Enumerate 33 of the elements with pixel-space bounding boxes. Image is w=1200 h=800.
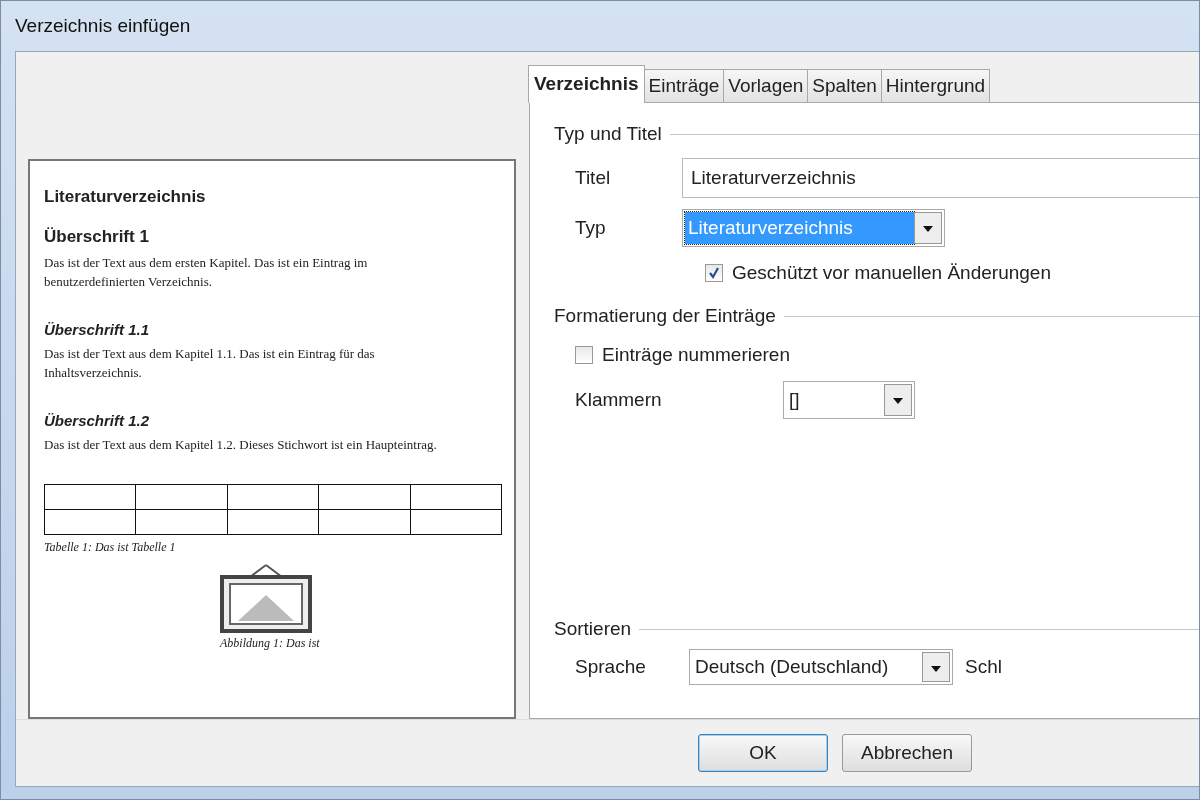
field-label: Sprache [575, 656, 647, 678]
preview-paragraph: Das ist der Text aus dem Kapitel 1.2. Dieses Stichwort ist ein Haupteintrag. [44, 436, 438, 454]
field-label: Typ [575, 217, 607, 239]
dropdown[interactable]: [] [783, 381, 915, 419]
preview-subheading: Überschrift 1 [44, 227, 150, 247]
checkbox-label: Geschützt vor manuellen Änderungen [732, 262, 1051, 284]
preview-subheading: Überschrift 1.1 [44, 321, 151, 338]
tab[interactable]: Vorlagen [723, 69, 809, 102]
preview-paragraph: Das ist der Text aus dem Kapitel 1.1. Das ist ein Eintrag für das Inhaltsverzeichnis. [44, 345, 376, 382]
title-input-field[interactable]: Literaturverzeichnis [682, 158, 1199, 198]
tab[interactable]: Spalten [807, 69, 882, 102]
tab[interactable]: Hintergrund [880, 69, 991, 102]
figure-caption: Abbildung 1: Das ist [220, 636, 321, 651]
dialog-button[interactable]: Abbrechen [842, 734, 972, 772]
dialog-button[interactable]: OK [698, 734, 828, 772]
tab[interactable]: Einträge [643, 69, 725, 102]
preview-subheading: Überschrift 1.2 [44, 412, 151, 429]
checkbox[interactable] [575, 346, 593, 364]
field-label: Schl [965, 656, 1002, 678]
field-label: Klammern [575, 389, 663, 411]
checkbox-label: Einträge nummerieren [602, 344, 790, 366]
framed-picture-icon [220, 563, 312, 633]
window-title: Verzeichnis einfügen [15, 15, 191, 37]
table-caption: Tabelle 1: Das ist Tabelle 1 [44, 540, 177, 555]
preview-paragraph: Das ist der Text aus dem ersten Kapitel. Das ist ein Eintrag im benutzerdefinierten Verzeichnis. [44, 254, 369, 291]
tab[interactable]: Verzeichnis [528, 65, 645, 103]
dropdown[interactable]: Deutsch (Deutschland) [689, 649, 953, 685]
checkbox[interactable] [705, 264, 723, 282]
group-heading: Typ und Titel [554, 123, 662, 145]
group-heading: Formatierung der Einträge [554, 305, 776, 327]
preview-heading: Literaturverzeichnis [44, 187, 207, 207]
group-heading: Sortieren [554, 618, 632, 640]
field-label: Titel [575, 167, 612, 189]
